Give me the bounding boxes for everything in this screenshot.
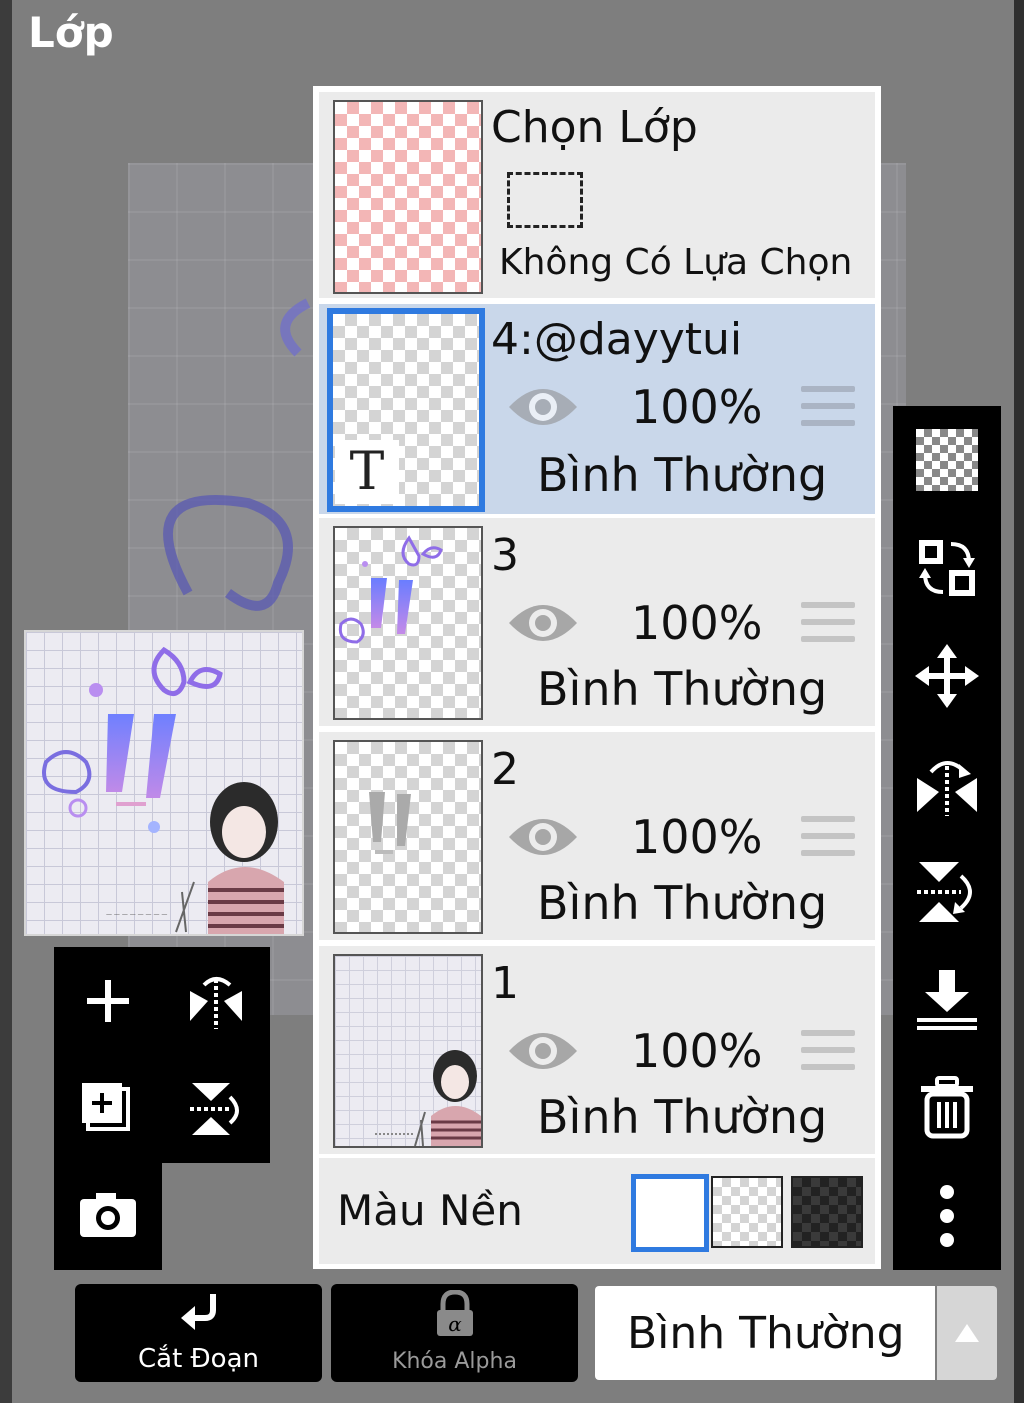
layer-row[interactable]: 2 100% Bình Thường (319, 732, 875, 940)
layer-blend-mode: Bình Thường (537, 662, 828, 716)
flip-vertical-icon (917, 862, 972, 922)
layer-name: 2 (491, 744, 519, 795)
lock-icon: α (437, 1290, 473, 1336)
copy-layer-button[interactable] (54, 1055, 162, 1163)
left-toolbar (54, 947, 270, 1163)
left-toolbar-lower (54, 1160, 162, 1270)
move-icon (915, 644, 979, 708)
blend-mode-value: Bình Thường (627, 1308, 905, 1359)
layer-opacity: 100% (631, 380, 763, 434)
move-button[interactable] (893, 622, 1001, 730)
text-layer-badge: T (335, 440, 399, 504)
svg-text:α: α (448, 1312, 462, 1336)
layer-panel: Chọn Lớp Không Có Lựa Chọn T 4:@dayytui … (313, 86, 881, 1269)
layer-opacity: 100% (631, 596, 763, 650)
frame-left (0, 0, 12, 1403)
layer-blend-mode: Bình Thường (537, 876, 828, 930)
alpha-lock-label: Khóa Alpha (392, 1349, 517, 1374)
layer-opacity: 100% (631, 1024, 763, 1078)
selection-status: Không Có Lựa Chọn (499, 242, 853, 283)
selection-thumbnail (333, 100, 483, 294)
layer-thumbnail (333, 526, 483, 720)
trash-icon (921, 1076, 973, 1139)
more-button[interactable] (893, 1162, 1001, 1270)
more-icon (940, 1185, 954, 1247)
clipping-button[interactable]: Cắt Đoạn (75, 1284, 322, 1382)
eye-icon[interactable] (505, 598, 581, 648)
merge-down-icon (917, 970, 977, 1030)
layer-blend-mode: Bình Thường (537, 448, 828, 502)
camera-icon (80, 1193, 136, 1237)
add-layer-button[interactable] (54, 947, 162, 1055)
canvas-preview[interactable]: — — — — — — — — (24, 630, 304, 936)
swap-layer-icon (919, 540, 975, 596)
page-title: Lớp (28, 8, 114, 57)
eye-icon[interactable] (505, 1026, 581, 1076)
drag-handle-icon[interactable] (801, 386, 855, 437)
layer-name: 1 (491, 958, 519, 1009)
camera-button[interactable] (54, 1160, 162, 1268)
flip-vertical-button[interactable] (162, 1055, 270, 1163)
layer-row[interactable]: 3 100% Bình Thường (319, 518, 875, 726)
layer-thumbnail (333, 954, 483, 1148)
layer-thumbnail (333, 740, 483, 934)
triangle-up-icon (955, 1324, 979, 1342)
clipping-arrow-icon (181, 1294, 216, 1330)
flip-horizontal-button[interactable] (162, 947, 270, 1055)
selection-title: Chọn Lớp (491, 102, 698, 153)
drag-handle-icon[interactable] (801, 602, 855, 653)
flip-horizontal-icon (917, 761, 977, 816)
svg-text:— — — — — — — —: — — — — — — — — (106, 911, 167, 918)
swap-layer-button[interactable] (893, 514, 1001, 622)
delete-layer-button[interactable] (893, 1054, 1001, 1162)
layer-art (338, 535, 443, 644)
layer-thumbnail: T (327, 308, 485, 512)
flip-horizontal-icon (190, 977, 242, 1029)
transparency-icon (916, 429, 978, 491)
layer-row[interactable]: 1 100% Bình Thường (319, 946, 875, 1154)
right-toolbar (893, 406, 1001, 1270)
clipping-label: Cắt Đoạn (137, 1344, 259, 1374)
flip-horizontal-button[interactable] (893, 730, 1001, 838)
selection-marquee-icon (507, 172, 583, 228)
layer-art (369, 792, 411, 854)
drag-handle-icon[interactable] (801, 816, 855, 867)
layer-blend-mode: Bình Thường (537, 1090, 828, 1144)
layer-name: 4:@dayytui (491, 314, 743, 365)
drag-handle-icon[interactable] (801, 1030, 855, 1081)
layer-opacity: 100% (631, 810, 763, 864)
add-copy-layer-icon (82, 1083, 130, 1131)
selection-layer-row[interactable]: Chọn Lớp Không Có Lựa Chọn (319, 92, 875, 298)
transparency-button[interactable] (893, 406, 1001, 514)
layer-art (375, 1050, 481, 1146)
background-transparent-swatch[interactable] (711, 1176, 783, 1248)
blend-mode-select[interactable]: Bình Thường (595, 1286, 935, 1380)
merge-down-button[interactable] (893, 946, 1001, 1054)
add-layer-icon (87, 980, 129, 1022)
flip-vertical-button[interactable] (893, 838, 1001, 946)
alpha-lock-button[interactable]: α Khóa Alpha (331, 1284, 578, 1382)
eye-icon[interactable] (505, 812, 581, 862)
eye-icon[interactable] (505, 382, 581, 432)
flip-vertical-icon (190, 1083, 239, 1135)
background-color-label: Màu Nền (337, 1186, 523, 1235)
layer-name: 3 (491, 530, 519, 581)
background-color-row: Màu Nền (319, 1158, 875, 1264)
preview-art: — — — — — — — — (42, 646, 284, 934)
background-white-swatch[interactable] (631, 1174, 709, 1252)
layer-row[interactable]: T 4:@dayytui 100% Bình Thường (319, 304, 875, 514)
frame-right (1014, 0, 1024, 1403)
background-dark-swatch[interactable] (791, 1176, 863, 1248)
blend-mode-dropdown-button[interactable] (937, 1286, 997, 1380)
